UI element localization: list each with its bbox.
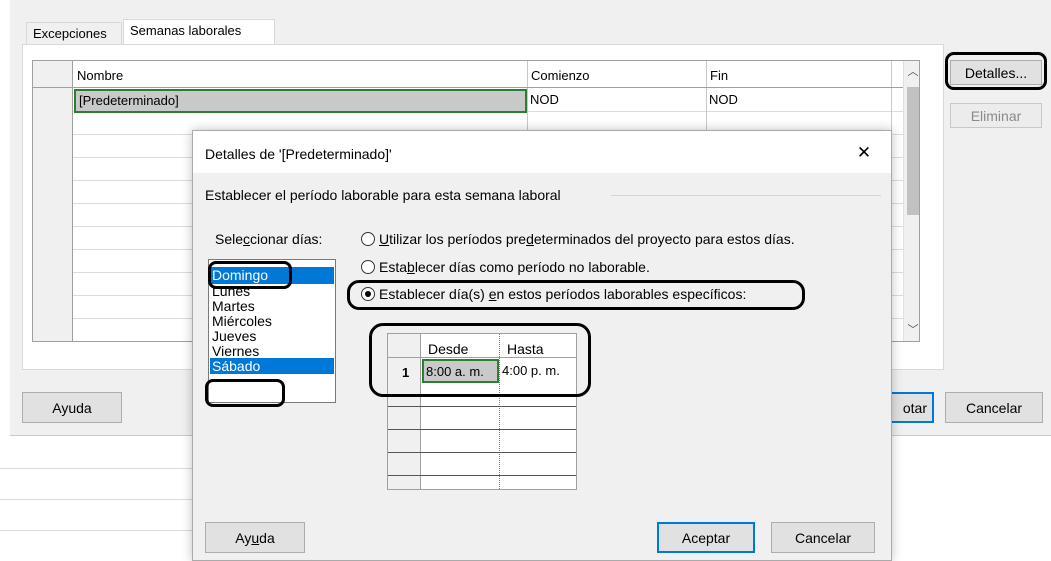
select-days-label: Seleccionar días:: [215, 231, 323, 247]
row1-comienzo-cell[interactable]: NOD: [530, 92, 700, 110]
day-item-viernes[interactable]: Viernes: [210, 344, 334, 358]
eliminar-button[interactable]: Eliminar: [950, 103, 1042, 128]
section-label: Establecer el período laborable para est…: [205, 187, 561, 203]
tab-semanas-laborales[interactable]: Semanas laborales: [123, 19, 275, 45]
day-item-miercoles[interactable]: Miércoles: [210, 314, 334, 329]
vertical-scrollbar[interactable]: ︿ ﹀: [903, 61, 919, 341]
row1-fin-cell[interactable]: NOD: [709, 92, 879, 110]
option-specific-highlight: [347, 280, 805, 310]
eliminar-button-label: Eliminar: [970, 107, 1022, 124]
dialog-aceptar-button[interactable]: Aceptar: [657, 522, 755, 553]
option-default-periods[interactable]: Utilizar los períodos predeterminados de…: [361, 231, 881, 251]
dialog-cancelar-button[interactable]: Cancelar: [771, 522, 875, 553]
column-header-comienzo[interactable]: Comienzo: [531, 68, 701, 86]
day-item-sabado[interactable]: Sábado: [210, 358, 334, 374]
time-row-lines: [388, 384, 576, 489]
parent-aceptar-label: otar: [902, 399, 927, 416]
dialog-aceptar-label: Aceptar: [681, 529, 731, 546]
dialog-title: Detalles de '[Predeterminado]': [205, 146, 392, 162]
tab-excepciones[interactable]: Excepciones: [26, 22, 122, 44]
underlying-sheet-lines: [0, 438, 192, 561]
sabado-highlight: [205, 379, 285, 407]
scroll-thumb[interactable]: [907, 87, 919, 215]
dialog-ayuda-button[interactable]: Ayuda: [205, 522, 305, 553]
details-dialog: Detalles de '[Predeterminado]' ✕ Estable…: [192, 130, 892, 561]
close-icon[interactable]: ✕: [853, 143, 875, 165]
section-rule: [611, 195, 881, 196]
radio-default-icon[interactable]: [361, 232, 375, 246]
domingo-highlight: [208, 261, 292, 289]
day-item-martes[interactable]: Martes: [210, 299, 334, 314]
parent-cancelar-button[interactable]: Cancelar: [945, 392, 1043, 423]
detalles-highlight: [945, 52, 1047, 90]
dialog-ayuda-label: Ayuda: [235, 529, 275, 546]
scroll-down-icon[interactable]: ﹀: [906, 321, 919, 336]
option-non-working[interactable]: Establecer días como período no laborabl…: [361, 259, 881, 279]
row-header-column: [33, 61, 73, 341]
time-table-highlight: [369, 323, 591, 397]
parent-cancelar-label: Cancelar: [965, 399, 1023, 416]
radio-non-working-icon[interactable]: [361, 260, 375, 274]
parent-ayuda-button[interactable]: Ayuda: [22, 392, 122, 423]
parent-ayuda-label: Ayuda: [52, 399, 92, 416]
column-header-nombre[interactable]: Nombre: [77, 68, 517, 86]
scroll-up-icon[interactable]: ︿: [906, 63, 919, 78]
row1-nombre-cell[interactable]: [Predeterminado]: [74, 89, 527, 113]
column-header-fin[interactable]: Fin: [710, 68, 880, 86]
day-item-jueves[interactable]: Jueves: [210, 329, 334, 344]
dialog-cancelar-label: Cancelar: [794, 529, 852, 546]
